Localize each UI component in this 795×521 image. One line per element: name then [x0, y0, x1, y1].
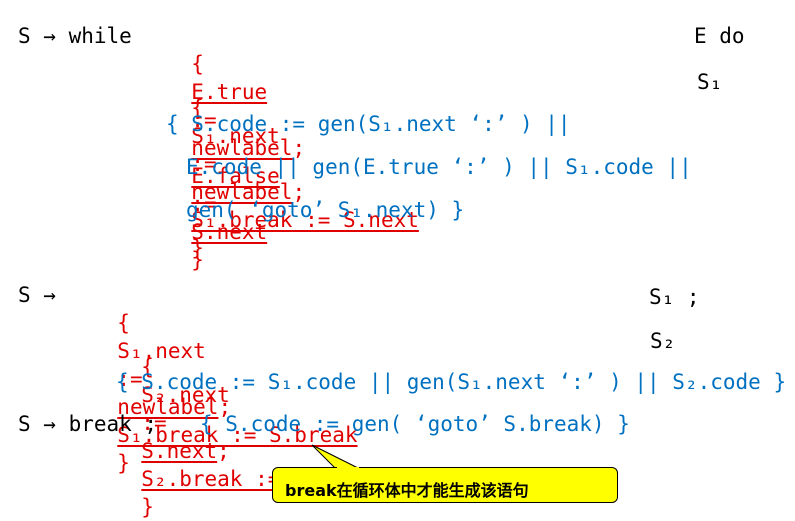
rule1-e-do: E do [694, 24, 745, 48]
rule2-s2: S₂ [650, 329, 676, 353]
rule1-s1: S₁ [697, 70, 723, 94]
rule1-code-line-2: E.code || gen(E.true ‘:’ ) || S₁.code || [186, 155, 692, 179]
rule1-code-line-1: { S.code := gen(S₁.next ‘:’ ) || [166, 112, 571, 136]
attr-s-next: S.next [141, 439, 218, 463]
rule2-s1-semicolon: S₁ ; [649, 285, 700, 309]
rule2-head: S → [18, 283, 56, 307]
rule2-code-line: { S.code := S₁.code || gen(S₁.next ‘:’ )… [116, 370, 787, 394]
rule3-head: S → break ; [18, 412, 158, 436]
callout-text: break在循环体中才能生成该语句 [285, 481, 529, 500]
rule1-head: S → while [18, 24, 132, 48]
semicolon: ; [217, 439, 230, 463]
rule3-code-line: { S.code := gen( ‘goto’ S.break) } [200, 412, 630, 436]
brace-close: } [141, 495, 154, 519]
brace-close: } [191, 236, 204, 260]
rule1-code-line-3: gen( ‘goto’ S₁.next) } [186, 198, 465, 222]
